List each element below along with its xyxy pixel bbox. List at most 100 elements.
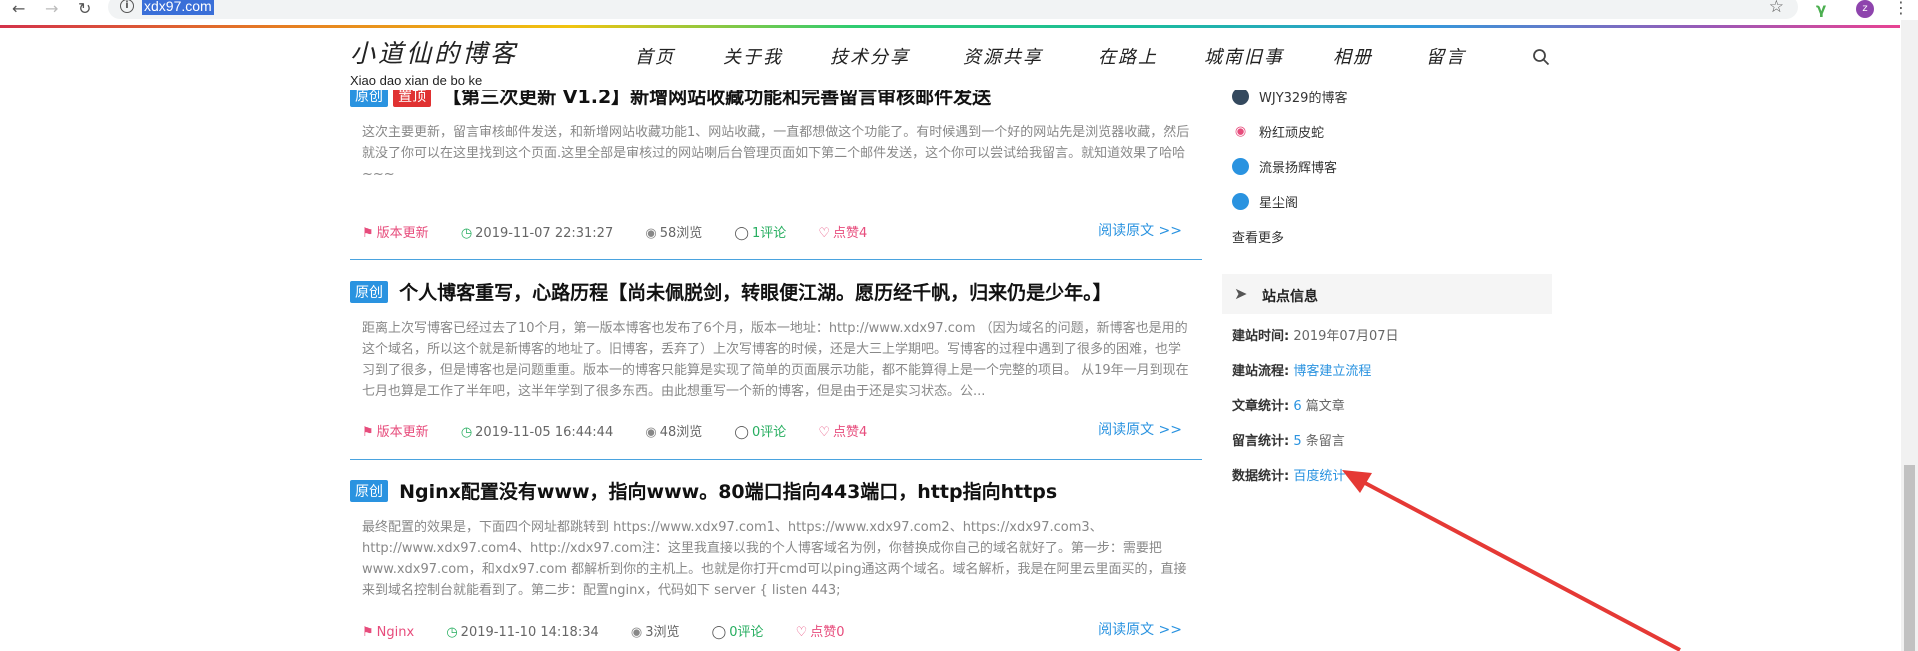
article-excerpt: 最终配置的效果是，下面四个网址都跳转到 https://www.xdx97.co… [362, 520, 1187, 598]
original-badge: 原创 [350, 479, 388, 502]
article-excerpt: 距离上次写博客已经过去了10个月，第一版本博客也发布了6个月，版本一地址：htt… [362, 321, 1189, 399]
view-count: ◉ 3浏览 [631, 625, 694, 640]
heart-icon: ♡ [818, 226, 831, 241]
address-bar[interactable]: i xdx97.com ☆ [108, 0, 1798, 19]
tag-link[interactable]: ⚑ 版本更新 [362, 425, 443, 440]
friend-link-liujing[interactable]: 流景扬辉博客 [1232, 157, 1337, 176]
time-text: 2019-11-10 14:18:34 [460, 625, 599, 640]
like-count[interactable]: ♡ 点赞4 [818, 226, 881, 241]
friend-avatar [1232, 193, 1249, 210]
back-icon[interactable]: ← [12, 0, 25, 18]
article-title[interactable]: Nginx配置没有www，指向www。80端口指向443端口，http指向htt… [399, 481, 1057, 503]
article-divider [350, 459, 1202, 460]
tag-icon: ⚑ [362, 226, 374, 241]
like-count[interactable]: ♡ 点赞0 [796, 625, 859, 640]
read-more-link[interactable]: 阅读原文 >> [1098, 619, 1182, 639]
article-meta: ⚑ 版本更新 ◷ 2019-11-05 16:44:44 ◉ 48浏览 ◯ 0评论 ♡ 点… [362, 421, 895, 440]
article-meta: ⚑ 版本更新 ◷ 2019-11-07 22:31:27 ◉ 58浏览 ◯ 1评论 ♡ 点… [362, 222, 895, 241]
article-card: 原创 置顶 【第三次更新 V1.2】新增网站收藏功能和完善留言审核邮件发送 这次… [350, 82, 1202, 241]
browser-menu-icon[interactable]: ⋮ [1893, 0, 1909, 17]
see-more-link[interactable]: 查看更多 [1232, 227, 1284, 246]
original-badge: 原创 [350, 280, 388, 303]
bookmark-star-icon[interactable]: ☆ [1769, 0, 1784, 17]
like-count[interactable]: ♡ 点赞4 [818, 425, 881, 440]
comment-icon: ◯ [734, 226, 749, 241]
tag-link[interactable]: ⚑ 版本更新 [362, 226, 443, 241]
nav-album[interactable]: 相册 [1333, 43, 1373, 69]
article-card: 原创 个人博客重写，心路历程【尚未佩脱剑，转眼便江湖。愿历经千帆，归来仍是少年。… [350, 278, 1202, 440]
comments-text: 0评论 [751, 425, 787, 440]
friend-link-pink-snake[interactable]: ◉ 粉红顽皮蛇 [1232, 122, 1324, 141]
nav-old-stories[interactable]: 城南旧事 [1204, 43, 1284, 69]
article-count-suffix: 篇文章 [1305, 399, 1345, 414]
likes-text: 点赞4 [833, 425, 868, 440]
read-more-link[interactable]: 阅读原文 >> [1098, 220, 1182, 240]
comments-text: 0评论 [729, 625, 764, 640]
nav-on-the-road[interactable]: 在路上 [1098, 43, 1158, 69]
profile-avatar[interactable]: z [1856, 0, 1874, 18]
build-time-value: 2019年07月07日 [1293, 329, 1399, 344]
site-info-header: ➤ 站点信息 [1222, 274, 1552, 314]
nav-resources[interactable]: 资源共享 [963, 43, 1043, 69]
friend-link-name: 流景扬辉博客 [1259, 161, 1338, 176]
snake-icon: ◉ [1232, 123, 1249, 140]
annotation-arrow [1342, 470, 1681, 651]
build-flow-label: 建站流程: [1232, 364, 1290, 379]
page-scrollbar[interactable] [1901, 20, 1918, 651]
comment-count: ◯ 0评论 [734, 425, 800, 440]
comment-icon: ◯ [711, 625, 727, 640]
views-text: 48浏览 [659, 425, 703, 440]
nav-home[interactable]: 首页 [635, 43, 675, 69]
article-title[interactable]: 个人博客重写，心路历程【尚未佩脱剑，转眼便江湖。愿历经千帆，归来仍是少年。】 [399, 282, 1112, 304]
forward-icon[interactable]: → [45, 0, 58, 18]
comment-stats-label: 留言统计: [1232, 434, 1290, 449]
read-more-link[interactable]: 阅读原文 >> [1098, 419, 1182, 439]
browser-toolbar: ← → ↻ i xdx97.com ☆ γ z ⋮ [0, 0, 1918, 20]
nav-about[interactable]: 关于我 [723, 43, 783, 69]
eye-icon: ◉ [645, 425, 657, 440]
site-info-icon[interactable]: i [120, 0, 134, 13]
site-header: 小道仙的博客 Xiao dao xian de bo ke 首页 关于我 技术分… [0, 28, 1900, 90]
url-text[interactable]: xdx97.com [142, 0, 214, 15]
comment-count: ◯ 1评论 [734, 226, 800, 241]
views-text: 3浏览 [645, 625, 680, 640]
extension-icon[interactable]: γ [1816, 0, 1826, 18]
tag-text: Nginx [376, 625, 415, 640]
build-flow-row: 建站流程: 博客建立流程 [1232, 360, 1371, 379]
site-info-title: 站点信息 [1262, 289, 1318, 305]
build-flow-link[interactable]: 博客建立流程 [1293, 364, 1371, 379]
friend-link-name: 星尘阁 [1259, 196, 1299, 211]
article-meta: ⚑ Nginx ◷ 2019-11-10 14:18:34 ◉ 3浏览 ◯ 0评论 ♡ 点… [362, 621, 873, 640]
tag-text: 版本更新 [376, 226, 429, 241]
tag-link[interactable]: ⚑ Nginx [362, 625, 428, 640]
article-excerpt: 这次主要更新，留言审核邮件发送，和新增网站收藏功能1、网站收藏，一直都想做这个功… [362, 125, 1190, 182]
heart-icon: ♡ [795, 625, 808, 640]
eye-icon: ◉ [630, 625, 643, 640]
tag-icon: ⚑ [362, 625, 374, 640]
build-time-row: 建站时间: 2019年07月07日 [1232, 325, 1399, 344]
article-count: 6 [1293, 399, 1302, 414]
article-card: 原创 Nginx配置没有www，指向www。80端口指向443端口，http指向… [350, 477, 1202, 640]
views-text: 58浏览 [659, 226, 703, 241]
site-logo-title[interactable]: 小道仙的博客 [350, 34, 518, 70]
search-icon[interactable] [1532, 48, 1550, 66]
likes-text: 点赞0 [810, 625, 845, 640]
scrollbar-thumb[interactable] [1904, 465, 1915, 651]
comment-count-total: 5 [1293, 434, 1302, 449]
article-divider [350, 259, 1202, 260]
friend-link-name: 粉红顽皮蛇 [1259, 126, 1325, 141]
likes-text: 点赞4 [833, 226, 868, 241]
comment-icon: ◯ [734, 425, 749, 440]
friend-link-xingchen[interactable]: 星尘阁 [1232, 192, 1298, 211]
pin-icon: ➤ [1234, 284, 1248, 303]
nav-messages[interactable]: 留言 [1426, 43, 1466, 69]
post-time: ◷ 2019-11-05 16:44:44 [461, 425, 627, 440]
friend-avatar [1232, 158, 1249, 175]
comment-count: ◯ 0评论 [712, 625, 778, 640]
tag-text: 版本更新 [376, 425, 429, 440]
data-stats-label: 数据统计: [1232, 469, 1290, 484]
nav-tech[interactable]: 技术分享 [830, 43, 910, 69]
comments-text: 1评论 [751, 226, 787, 241]
reload-icon[interactable]: ↻ [78, 0, 91, 18]
view-count: ◉ 58浏览 [645, 226, 716, 241]
